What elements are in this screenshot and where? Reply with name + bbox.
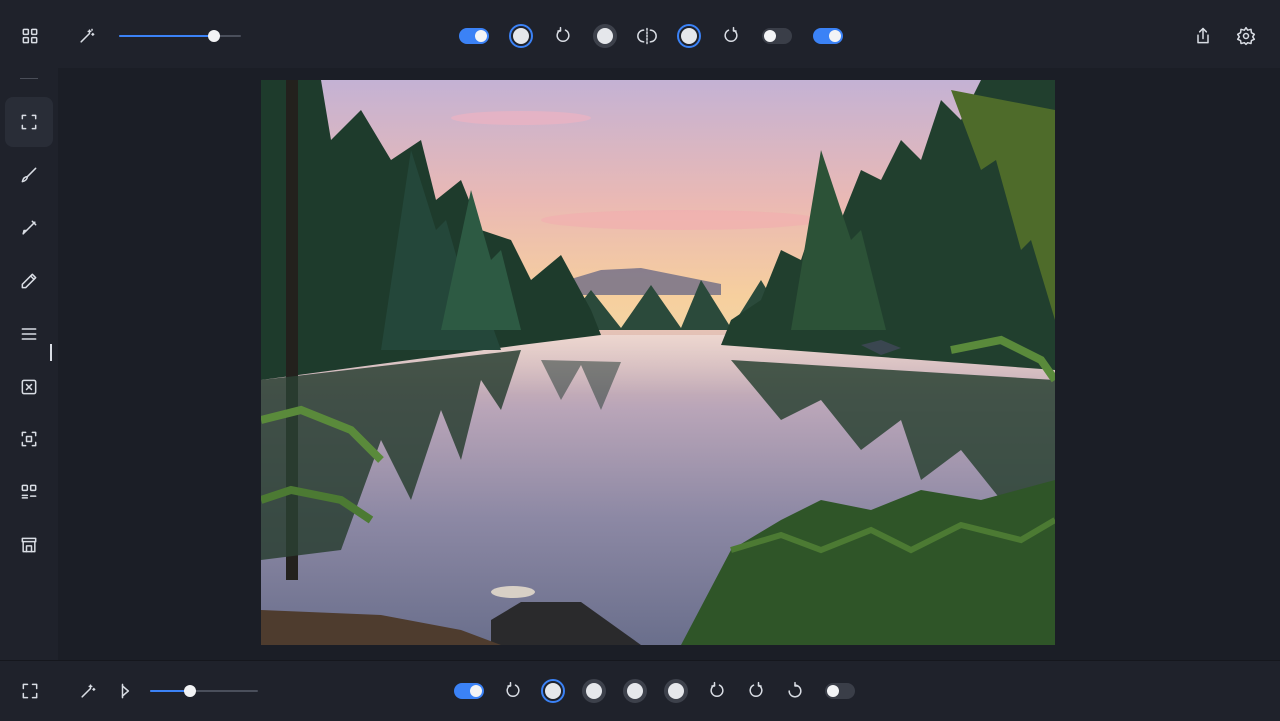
toggle-2[interactable] [762, 28, 792, 44]
rotate-right-icon[interactable] [739, 674, 773, 708]
bottom-brush-size-slider[interactable] [150, 684, 258, 698]
menu-lines-icon[interactable] [8, 313, 50, 355]
radio-option-1[interactable] [509, 24, 533, 48]
magic-wand-icon[interactable] [71, 674, 105, 708]
radio-option-3[interactable] [677, 24, 701, 48]
top-toolbar [0, 0, 1280, 69]
rotate-icon[interactable] [496, 674, 530, 708]
lake-forest-image [261, 80, 1055, 645]
pencil-icon[interactable] [8, 260, 50, 302]
toggle-bottom-1[interactable] [454, 683, 484, 699]
layout-icon[interactable] [8, 471, 50, 513]
slider-knob[interactable] [183, 685, 196, 697]
toggle-3[interactable] [813, 28, 843, 44]
fullscreen-icon[interactable] [13, 674, 47, 708]
grid-icon[interactable] [13, 19, 47, 53]
flip-icon[interactable] [630, 19, 664, 53]
radio-bottom-1[interactable] [541, 679, 565, 703]
magic-wand-icon[interactable] [70, 19, 104, 53]
pen-icon[interactable] [8, 207, 50, 249]
rotate-left-icon[interactable] [546, 19, 580, 53]
radio-bottom-2[interactable] [582, 679, 606, 703]
bottom-toolbar [0, 660, 1280, 721]
resize-handle[interactable] [50, 344, 52, 361]
rotate-right-icon[interactable] [714, 19, 748, 53]
toggle-1[interactable] [459, 28, 489, 44]
canvas-photo[interactable] [261, 80, 1055, 645]
slider-knob[interactable] [208, 30, 221, 42]
share-icon[interactable] [1186, 19, 1220, 53]
left-tool-sidebar [0, 68, 58, 660]
toggle-bottom-2[interactable] [825, 683, 855, 699]
settings-icon[interactable] [1229, 19, 1263, 53]
top-brush-size-slider[interactable] [119, 29, 241, 43]
cursor-flip-icon[interactable] [108, 674, 142, 708]
radio-bottom-4[interactable] [664, 679, 688, 703]
storefront-icon[interactable] [8, 524, 50, 566]
crop-frame-icon[interactable] [5, 97, 53, 147]
frame-select-icon[interactable] [8, 418, 50, 460]
rotate-ccw-icon[interactable] [778, 674, 812, 708]
sidebar-divider [20, 78, 38, 79]
radio-option-2[interactable] [593, 24, 617, 48]
rotate-left-icon[interactable] [700, 674, 734, 708]
transform-icon[interactable] [8, 366, 50, 408]
brush-icon[interactable] [8, 154, 50, 196]
radio-bottom-3[interactable] [623, 679, 647, 703]
